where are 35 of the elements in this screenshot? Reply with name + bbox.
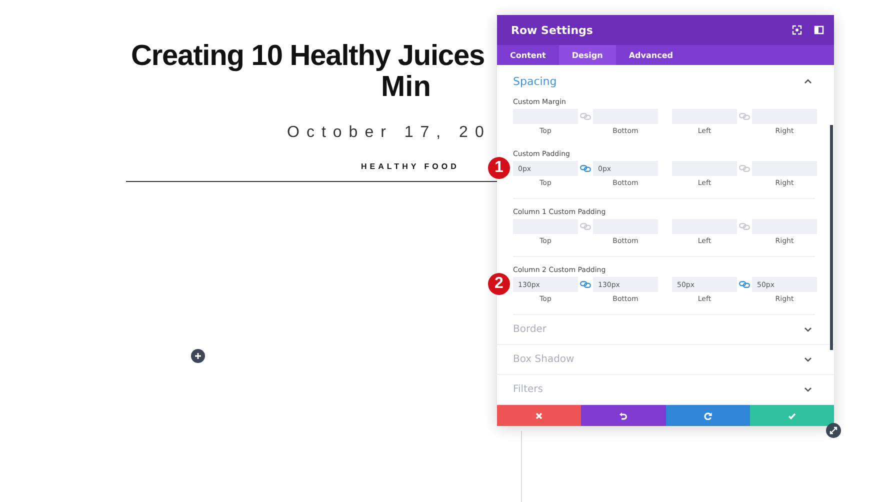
tab[interactable]: Content bbox=[497, 45, 559, 65]
link-icon[interactable] bbox=[739, 281, 750, 288]
resize-handle-icon[interactable] bbox=[826, 423, 841, 438]
step-badge: 2 bbox=[488, 273, 510, 295]
redo-icon bbox=[704, 412, 712, 420]
chevron-icon[interactable] bbox=[804, 386, 812, 392]
link-icon[interactable] bbox=[580, 113, 591, 120]
redo-button[interactable] bbox=[666, 405, 750, 426]
checkmark-icon bbox=[788, 412, 796, 420]
close-icon bbox=[535, 412, 544, 420]
post-title: Min bbox=[380, 72, 432, 102]
link-icon[interactable] bbox=[739, 113, 750, 120]
tab[interactable]: Advanced bbox=[616, 45, 686, 65]
fullscreen-icon[interactable] bbox=[792, 25, 802, 35]
link-icon[interactable] bbox=[580, 223, 591, 230]
section-title[interactable]: Spacing bbox=[513, 74, 557, 88]
undo-button[interactable] bbox=[581, 405, 666, 426]
category-link[interactable]: HEALTHY FOOD bbox=[361, 162, 460, 171]
link-icon[interactable] bbox=[739, 165, 750, 172]
undo-icon bbox=[619, 412, 628, 420]
step-badge: 1 bbox=[488, 157, 510, 179]
scrollbar[interactable] bbox=[830, 125, 833, 350]
tab[interactable]: Design bbox=[558, 45, 616, 65]
chevron-icon[interactable] bbox=[804, 356, 812, 362]
link-icon[interactable] bbox=[580, 165, 591, 172]
cancel-button[interactable] bbox=[497, 405, 582, 426]
sidebar-icon[interactable] bbox=[814, 25, 824, 35]
chevron-icon[interactable] bbox=[804, 78, 812, 84]
add-icon[interactable] bbox=[191, 349, 205, 363]
chevron-icon[interactable] bbox=[804, 326, 812, 332]
post-date: October 17, 20 bbox=[287, 124, 491, 142]
link-icon[interactable] bbox=[739, 223, 750, 230]
link-icon[interactable] bbox=[580, 281, 591, 288]
panel-title: Row Settings bbox=[511, 24, 594, 36]
post-title: Creating 10 Healthy Juices bbox=[130, 40, 486, 72]
